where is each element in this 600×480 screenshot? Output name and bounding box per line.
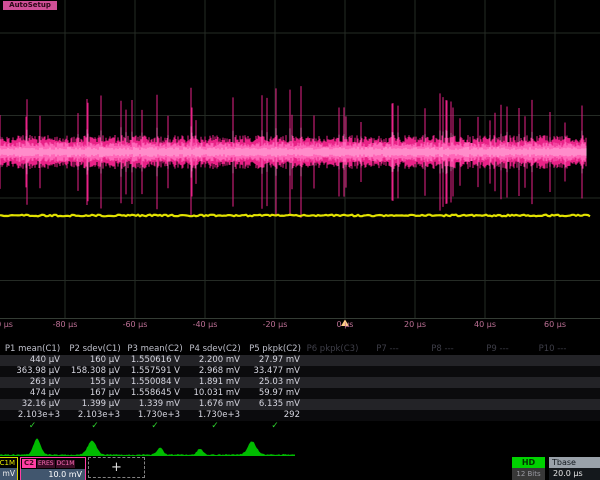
- c2-channel-badge: C2: [22, 459, 36, 468]
- tick-label: -100 µs: [0, 320, 13, 329]
- measure-cell: 1.557591 V: [125, 366, 185, 377]
- measure-status-check: ✓: [65, 421, 125, 432]
- hd-label: HD: [512, 457, 545, 468]
- measure-header-disabled-p9[interactable]: P9 ---: [470, 344, 525, 355]
- measure-cell: 33.477 mV: [245, 366, 305, 377]
- measure-header-disabled-p8[interactable]: P8 ---: [415, 344, 470, 355]
- plot-area[interactable]: [0, 0, 600, 318]
- add-trace-button[interactable]: +: [88, 457, 145, 478]
- measure-cell: 160 µV: [65, 355, 125, 366]
- measure-cell: 1.730e+3: [185, 410, 245, 421]
- c2-scale-value: 10.0 mV: [21, 469, 85, 480]
- tick-label: -80 µs: [53, 320, 78, 329]
- measure-cell: 158.308 µV: [65, 366, 125, 377]
- measure-header-disabled-p6[interactable]: P6 pkpk(C3): [305, 344, 360, 355]
- measure-cell: 474 µV: [0, 388, 65, 399]
- measure-status-check: ✓: [185, 421, 245, 432]
- measure-cell: 1.550084 V: [125, 377, 185, 388]
- measure-cell: 59.97 mV: [245, 388, 305, 399]
- measure-cell: 1.550616 V: [125, 355, 185, 366]
- measure-header-p3[interactable]: P3 mean(C2): [125, 344, 185, 355]
- measure-cell: 2.103e+3: [65, 410, 125, 421]
- measure-header-p2[interactable]: P2 sdev(C1): [65, 344, 125, 355]
- channel-descriptor-c2[interactable]: C2 ERES DC1M 10.0 mV: [20, 457, 86, 480]
- descriptor-bar: DC1M 10.0 mV C2 ERES DC1M 10.0 mV + HD 1…: [0, 457, 600, 480]
- hd-bits-label: 12 Bits: [512, 468, 545, 480]
- measure-cell: 1.730e+3: [125, 410, 185, 421]
- tick-label: 0 µs: [337, 320, 354, 329]
- measure-header-disabled-p10[interactable]: P10 ---: [525, 344, 580, 355]
- c2-coupling-tag: DC1M: [56, 460, 76, 468]
- measure-cell: 25.03 mV: [245, 377, 305, 388]
- measure-cell: 6.135 mV: [245, 399, 305, 410]
- tick-label: -20 µs: [263, 320, 288, 329]
- tick-label: -60 µs: [123, 320, 148, 329]
- measure-cell: 32.16 µV: [0, 399, 65, 410]
- hd-mode-badge[interactable]: HD 12 Bits: [512, 457, 545, 480]
- measure-header-disabled-p11[interactable]: P11: [580, 344, 600, 355]
- measure-header-p4[interactable]: P4 sdev(C2): [185, 344, 245, 355]
- c1-scale-value: 10.0 mV: [0, 468, 17, 480]
- channel-descriptor-c1[interactable]: DC1M 10.0 mV: [0, 457, 18, 480]
- measure-cell: 1.891 mV: [185, 377, 245, 388]
- tick-label: 20 µs: [404, 320, 426, 329]
- oscilloscope-screen: AutoSetup -100 µs -80 µs -60 µs -40 µs -20 µ…: [0, 0, 600, 480]
- measure-header-p5[interactable]: P5 pkpk(C2): [245, 344, 305, 355]
- measure-cell: 2.968 mV: [185, 366, 245, 377]
- tick-label: -40 µs: [193, 320, 218, 329]
- measure-cell: 10.031 mV: [185, 388, 245, 399]
- tick-label: 40 µs: [474, 320, 496, 329]
- measure-cell: 1.558645 V: [125, 388, 185, 399]
- measure-cell: 1.339 mV: [125, 399, 185, 410]
- measure-cell: 292: [245, 410, 305, 421]
- measure-cell: 2.200 mV: [185, 355, 245, 366]
- measure-cell: 27.97 mV: [245, 355, 305, 366]
- measure-status-check: ✓: [245, 421, 305, 432]
- c2-eres-tag: ERES: [37, 460, 55, 468]
- timebase-descriptor[interactable]: Tbase 20.0 µs: [549, 457, 600, 480]
- measure-cell: 155 µV: [65, 377, 125, 388]
- tbase-value: 20.0 µs: [549, 468, 600, 480]
- measure-header-disabled-p7[interactable]: P7 ---: [360, 344, 415, 355]
- tick-label: 60 µs: [544, 320, 566, 329]
- measure-cell: 1.399 µV: [65, 399, 125, 410]
- measure-status-check: ✓: [0, 421, 65, 432]
- measure-cell: 263 µV: [0, 377, 65, 388]
- measure-cell: 1.676 mV: [185, 399, 245, 410]
- measure-cell: 167 µV: [65, 388, 125, 399]
- status-badge: AutoSetup: [3, 1, 57, 10]
- c1-coupling-label: DC1M: [0, 458, 17, 468]
- measure-status-check: ✓: [125, 421, 185, 432]
- measure-table: P1 mean(C1)P2 sdev(C1)P3 mean(C2)P4 sdev…: [0, 344, 600, 432]
- measure-cell: 363.98 µV: [0, 366, 65, 377]
- measure-header-p1[interactable]: P1 mean(C1): [0, 344, 65, 355]
- measure-cell: 2.103e+3: [0, 410, 65, 421]
- tbase-label: Tbase: [549, 457, 600, 468]
- measure-cell: 440 µV: [0, 355, 65, 366]
